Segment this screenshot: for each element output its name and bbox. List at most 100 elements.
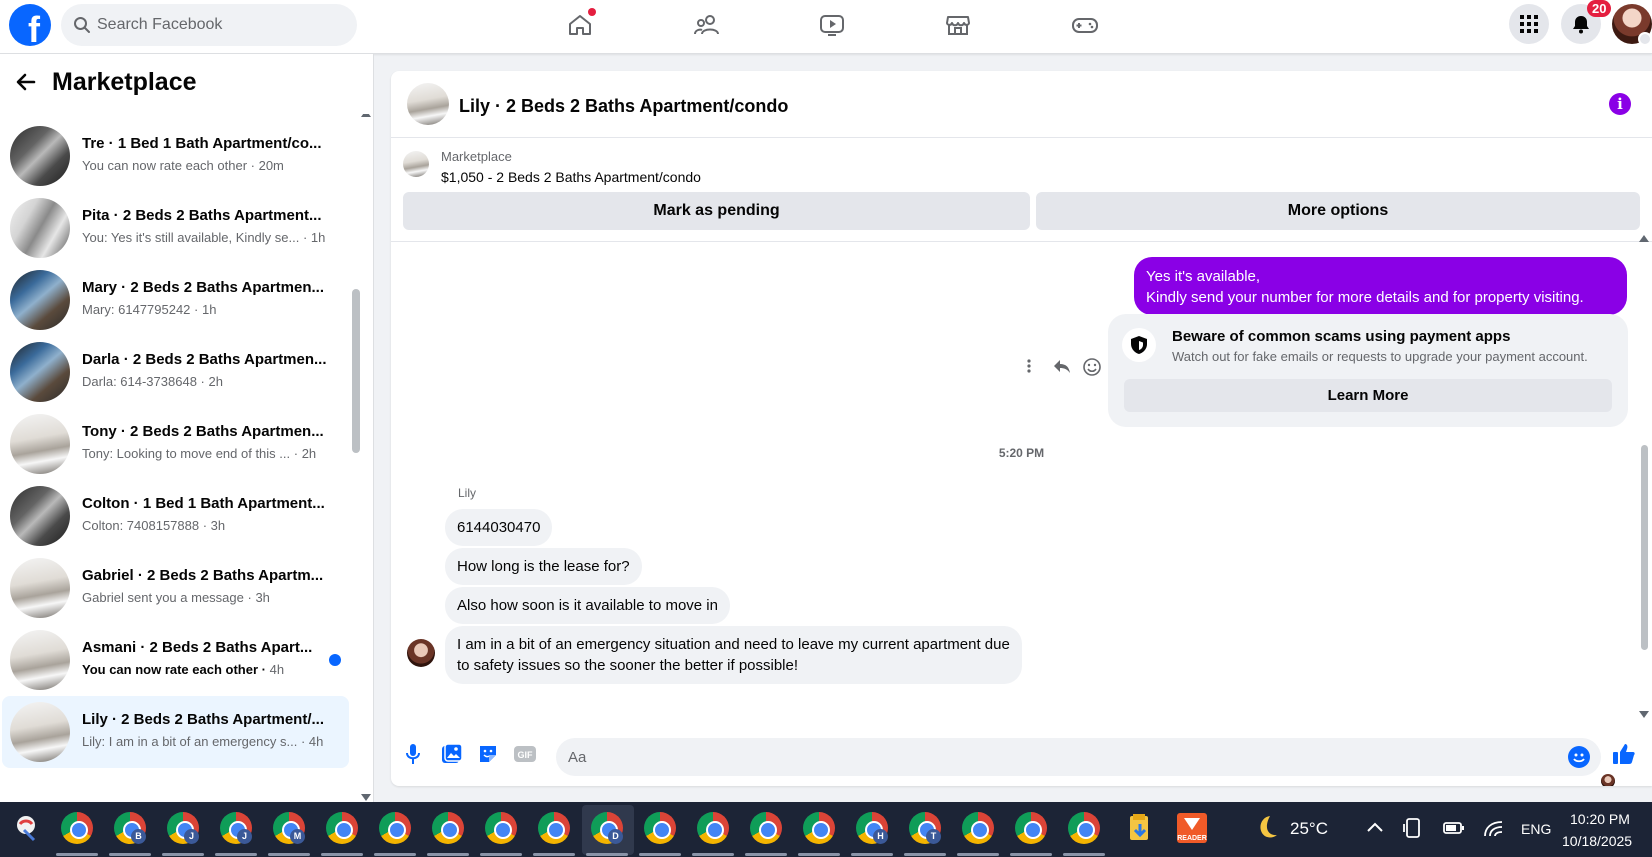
gaming-nav-button[interactable] (1064, 8, 1104, 42)
gif-icon[interactable]: GIF (513, 743, 537, 770)
sidebar-scroll-thumb[interactable] (352, 289, 360, 453)
chrome-taskbar-icon[interactable] (1068, 812, 1102, 846)
microphone-icon[interactable] (405, 743, 421, 770)
battery-icon[interactable] (1442, 816, 1476, 850)
marketplace-nav-button[interactable] (938, 8, 978, 42)
watch-nav-button[interactable] (812, 8, 852, 42)
more-options-button[interactable]: More options (1036, 192, 1640, 230)
thread-item[interactable]: Tony · 2 Beds 2 Baths Apartmen... Tony: … (2, 408, 349, 480)
thread-item[interactable]: Asmani · 2 Beds 2 Baths Apart... You can… (2, 624, 349, 696)
info-icon[interactable]: i (1609, 93, 1631, 115)
thread-name: Gabriel · 2 Beds 2 Baths Apartm... (82, 567, 324, 584)
wifi-icon[interactable] (1482, 816, 1516, 850)
chevron-up-icon[interactable] (1363, 816, 1397, 850)
thread-name: Colton · 1 Bed 1 Bath Apartment... (82, 495, 325, 512)
device-icon[interactable] (1402, 816, 1436, 850)
chrome-taskbar-icon[interactable] (432, 812, 466, 846)
thread-item[interactable]: Tre · 1 Bed 1 Bath Apartment/co... You c… (2, 120, 349, 192)
start-app-icon[interactable] (12, 812, 46, 846)
incoming-message-bubble[interactable]: Also how soon is it available to move in (445, 587, 730, 624)
chrome-taskbar-icon[interactable] (962, 812, 996, 846)
grid-menu-icon (1520, 15, 1538, 33)
file-explorer-icon[interactable] (1124, 812, 1158, 846)
thread-name: Pita · 2 Beds 2 Baths Apartment... (82, 207, 322, 224)
chrome-taskbar-icon[interactable] (644, 812, 678, 846)
chrome-taskbar-icon[interactable]: H (856, 812, 890, 846)
thread-item[interactable]: Darla · 2 Beds 2 Baths Apartmen... Darla… (2, 336, 349, 408)
home-nav-button[interactable] (560, 8, 600, 42)
chrome-taskbar-icon[interactable] (485, 812, 519, 846)
chrome-taskbar-icon[interactable]: J (220, 812, 254, 846)
thread-item[interactable]: Mary · 2 Beds 2 Baths Apartmen... Mary: … (2, 264, 349, 336)
clock-date[interactable]: 10/18/2025 (1562, 833, 1632, 849)
windows-taskbar: B J J M D H T READER 25°C ENG 10:20 PM 10/18/2… (0, 802, 1652, 857)
incoming-message-bubble[interactable]: I am in a bit of an emergency situation … (445, 626, 1022, 684)
emoji-icon[interactable] (1568, 746, 1590, 768)
thread-item[interactable]: Colton · 1 Bed 1 Bath Apartment... Colto… (2, 480, 349, 552)
chrome-taskbar-icon[interactable] (379, 812, 413, 846)
menu-button[interactable] (1509, 4, 1549, 44)
listing-thumbnail[interactable] (403, 151, 429, 177)
thread-item[interactable]: Pita · 2 Beds 2 Baths Apartment... You: … (2, 192, 349, 264)
search-input[interactable] (97, 4, 347, 46)
running-app-indicator (268, 853, 310, 856)
chrome-icon (644, 812, 676, 844)
back-arrow-icon[interactable] (14, 70, 38, 94)
conversation-scroll-thumb[interactable] (1641, 445, 1648, 650)
chrome-taskbar-icon[interactable]: T (909, 812, 943, 846)
outgoing-message-bubble[interactable]: Yes it's available, Kindly send your num… (1134, 257, 1627, 315)
chrome-taskbar-icon[interactable]: J (167, 812, 201, 846)
chrome-icon (697, 812, 729, 844)
chrome-taskbar-icon[interactable] (697, 812, 731, 846)
shield-icon (1122, 328, 1156, 362)
profile-badge: B (131, 829, 146, 844)
running-app-indicator (427, 853, 469, 856)
chrome-taskbar-icon[interactable] (1015, 812, 1049, 846)
incoming-message-bubble[interactable]: 6144030470 (445, 509, 553, 546)
chevron-down-icon[interactable] (1638, 32, 1652, 46)
reader-app-icon[interactable]: READER (1176, 812, 1210, 846)
message-input[interactable] (568, 738, 1528, 776)
learn-more-button[interactable]: Learn More (1124, 379, 1612, 412)
moon-weather-icon[interactable] (1250, 812, 1284, 846)
chrome-taskbar-icon[interactable] (538, 812, 572, 846)
thumbs-up-icon[interactable] (1612, 742, 1636, 771)
conversation-title[interactable]: Lily · 2 Beds 2 Baths Apartment/condo (459, 96, 788, 117)
facebook-logo-icon[interactable]: f (9, 4, 51, 46)
clock-time[interactable]: 10:20 PM (1570, 811, 1630, 827)
listing-price[interactable]: $1,050 - 2 Beds 2 Baths Apartment/condo (441, 169, 701, 185)
sticker-icon[interactable] (477, 743, 499, 770)
chrome-taskbar-icon[interactable] (750, 812, 784, 846)
search-icon (74, 17, 90, 33)
scroll-up-arrow-icon[interactable] (1639, 235, 1649, 242)
sender-name: Lily (458, 486, 477, 500)
more-vertical-icon[interactable] (1026, 357, 1032, 380)
conversation-avatar[interactable] (407, 83, 449, 125)
weather-temperature[interactable]: 25°C (1290, 819, 1328, 839)
react-emoji-icon[interactable] (1082, 357, 1102, 382)
scroll-down-arrow-icon[interactable] (361, 794, 371, 801)
top-navigation-bar: f 20 (0, 0, 1652, 54)
scroll-down-arrow-icon[interactable] (1639, 711, 1649, 718)
thread-item-active[interactable]: Lily · 2 Beds 2 Baths Apartment/... Lily… (2, 696, 349, 768)
chrome-taskbar-icon[interactable] (803, 812, 837, 846)
message-input-wrapper[interactable] (556, 738, 1601, 776)
incoming-message-bubble[interactable]: How long is the lease for? (445, 548, 642, 585)
chrome-taskbar-icon[interactable]: B (114, 812, 148, 846)
chrome-taskbar-icon[interactable]: M (273, 812, 307, 846)
thread-preview: Mary: 6147795242 · 1h (82, 302, 217, 317)
search-box[interactable] (61, 4, 357, 46)
listing-avatar (10, 270, 70, 330)
thread-item[interactable]: Gabriel · 2 Beds 2 Baths Apartm... Gabri… (2, 552, 349, 624)
chrome-taskbar-icon[interactable]: D (591, 812, 625, 846)
chrome-taskbar-icon[interactable] (326, 812, 360, 846)
sender-avatar[interactable] (407, 639, 435, 667)
language-indicator[interactable]: ENG (1521, 821, 1551, 837)
friends-nav-button[interactable] (686, 8, 726, 42)
reply-icon[interactable] (1052, 357, 1072, 380)
message-composer: GIF (391, 730, 1652, 786)
thread-name: Darla · 2 Beds 2 Baths Apartmen... (82, 351, 327, 368)
chrome-taskbar-icon[interactable] (61, 812, 95, 846)
mark-as-pending-button[interactable]: Mark as pending (403, 192, 1030, 230)
photo-icon[interactable] (441, 743, 463, 770)
